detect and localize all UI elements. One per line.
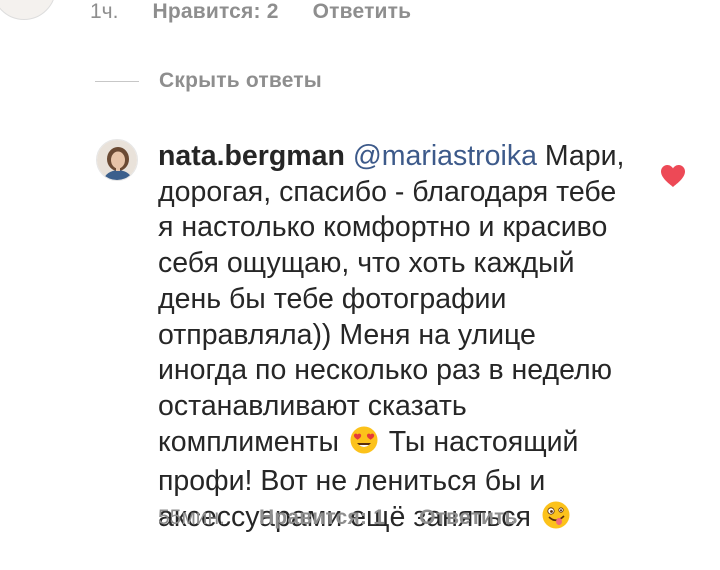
comment-time: 1ч. <box>90 0 119 23</box>
divider-line <box>95 80 139 82</box>
comment-meta-row: 1ч. Нравится: 2 Ответить <box>90 0 411 24</box>
comment-meta-row: 55мин. Нравится: 1 Ответить <box>158 506 518 530</box>
hide-replies-button[interactable]: Скрыть ответы <box>95 69 322 93</box>
comment-time: 55мин. <box>158 506 225 529</box>
user-avatar[interactable] <box>96 139 138 181</box>
likes-count-link[interactable]: Нравится: 1 <box>259 506 385 530</box>
comment-username[interactable]: nata.bergman <box>158 140 345 172</box>
reply-button[interactable]: Ответить <box>313 0 412 24</box>
comment-text: nata.bergman @mariastroika Мари, дорогая… <box>158 139 628 540</box>
avatar-photo <box>97 140 137 180</box>
mention-link[interactable]: @mariastroika <box>353 140 537 172</box>
likes-count-link[interactable]: Нравится: 2 <box>152 0 278 24</box>
reply-button[interactable]: Ответить <box>419 506 518 530</box>
hide-replies-label: Скрыть ответы <box>159 69 322 92</box>
avatar[interactable] <box>0 0 56 20</box>
comment-body-part1: Мари, дорогая, спасибо - благодаря тебе … <box>158 140 625 458</box>
heart-eyes-emoji-icon <box>349 425 379 465</box>
zany-face-emoji-icon <box>541 500 571 540</box>
like-heart-icon[interactable] <box>660 164 686 188</box>
